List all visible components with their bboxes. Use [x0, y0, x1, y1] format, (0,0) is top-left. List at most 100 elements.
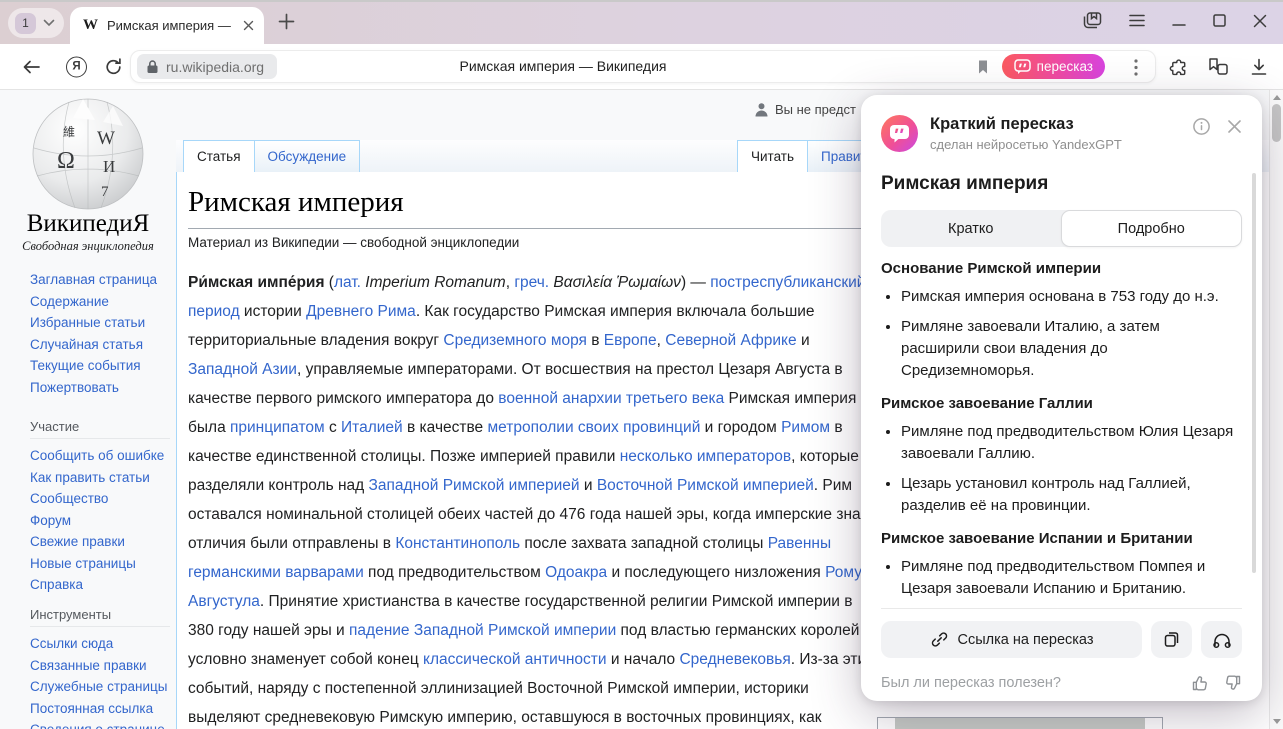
summary-panel-subtitle: сделан нейросетью YandexGPT: [930, 137, 1122, 152]
tab-brief[interactable]: Кратко: [881, 210, 1061, 247]
wikipedia-wordmark[interactable]: ВикипедиЯ: [0, 210, 176, 238]
copy-summary-button[interactable]: [1151, 621, 1192, 658]
sidebar-link[interactable]: Избранные статьи: [30, 315, 157, 330]
info-icon[interactable]: [1192, 117, 1211, 136]
tab-close-icon[interactable]: [243, 20, 254, 31]
personal-bar[interactable]: Вы не предст: [754, 102, 856, 117]
close-window-icon[interactable]: [1253, 14, 1267, 28]
wiki-link[interactable]: падение Западной Римской империи: [349, 622, 616, 639]
thumb-down-icon[interactable]: [1224, 674, 1242, 692]
scrollbar-thumb[interactable]: [1272, 104, 1281, 142]
sidebar-link[interactable]: Постоянная ссылка: [30, 701, 170, 716]
link-chain-icon: [930, 630, 949, 649]
menu-icon[interactable]: [1129, 14, 1145, 27]
wiki-link[interactable]: Константинополь: [395, 535, 520, 552]
wiki-link[interactable]: несколько императоров: [620, 448, 791, 465]
side-panel-icon[interactable]: [1083, 12, 1102, 29]
bookmark-icon[interactable]: [977, 59, 989, 75]
download-icon[interactable]: [1249, 57, 1269, 76]
maximize-icon[interactable]: [1213, 14, 1226, 27]
wiki-link[interactable]: принципатом: [230, 419, 325, 436]
minimize-icon[interactable]: [1172, 15, 1186, 27]
wiki-link[interactable]: Восточной Римской империей: [597, 477, 814, 494]
yandex-icon[interactable]: Я: [66, 56, 87, 77]
sidebar-sections: УчастиеСообщить об ошибкеКак править ста…: [30, 404, 170, 729]
wiki-link[interactable]: Средневековья: [679, 651, 790, 668]
sidebar-link[interactable]: Свежие правки: [30, 534, 170, 549]
wiki-link[interactable]: Европе: [604, 332, 657, 349]
wiki-link[interactable]: Северной Африке: [665, 332, 796, 349]
sidebar-link[interactable]: Форум: [30, 513, 170, 528]
wiki-link[interactable]: германскими варварами: [188, 564, 364, 581]
empire-map-image[interactable]: [895, 718, 1145, 729]
wiki-link[interactable]: Западной Римской империей: [369, 477, 580, 494]
summary-section-heading: Основание Римской империи: [881, 260, 1242, 277]
sidebar-link[interactable]: Ссылки сюда: [30, 636, 170, 651]
wikipedia-favicon: W: [83, 17, 98, 34]
wiki-link[interactable]: Италией: [341, 419, 403, 436]
text-run: Imperium Romanum: [365, 274, 505, 291]
collections-icon[interactable]: [1208, 57, 1229, 76]
new-tab-button[interactable]: [278, 13, 295, 30]
close-panel-icon[interactable]: [1227, 119, 1242, 134]
wiki-link[interactable]: Древнего Рима: [306, 303, 416, 320]
wiki-link[interactable]: греч.: [514, 274, 549, 291]
page-tab[interactable]: Читать: [737, 140, 808, 173]
wiki-link[interactable]: классической античности: [423, 651, 606, 668]
sidebar-link[interactable]: Служебные страницы: [30, 679, 170, 694]
summary-bullet: Римская империя основана в 753 году до н…: [901, 286, 1242, 308]
address-bar[interactable]: ru.wikipedia.org Римская империя — Викип…: [130, 50, 1156, 83]
back-icon[interactable]: [22, 58, 41, 75]
refresh-icon[interactable]: [104, 57, 123, 76]
thumb-up-icon[interactable]: [1191, 674, 1209, 692]
extensions-puzzle-icon[interactable]: [1168, 56, 1189, 77]
more-options-icon[interactable]: [1133, 58, 1139, 77]
text-run: после захвата западной столицы: [520, 535, 768, 552]
wiki-link[interactable]: Западной Азии: [188, 361, 297, 378]
sidebar-link[interactable]: Сообщество: [30, 491, 170, 506]
wiki-link[interactable]: лат.: [334, 274, 361, 291]
sidebar-link[interactable]: Текущие события: [30, 358, 157, 373]
lock-icon[interactable]: [146, 59, 159, 74]
wiki-link[interactable]: военной анархии третьего века: [498, 390, 724, 407]
wiki-link[interactable]: Римом: [781, 419, 830, 436]
wiki-link[interactable]: Одоакра: [545, 564, 607, 581]
summary-bullet: Римляне завоевали Италию, а затем расшир…: [901, 316, 1242, 382]
sidebar-link[interactable]: Новые страницы: [30, 556, 170, 571]
sidebar-link[interactable]: Связанные правки: [30, 658, 170, 673]
chevron-down-icon[interactable]: [43, 19, 55, 27]
text-run: в: [587, 332, 604, 349]
sidebar-link[interactable]: Сведения о странице: [30, 722, 170, 729]
scroll-down-arrow[interactable]: [1273, 719, 1281, 724]
sidebar-link[interactable]: Как править статьи: [30, 470, 170, 485]
browser-tab[interactable]: W Римская империя — В: [70, 7, 264, 44]
headphones-icon: [1212, 631, 1232, 649]
summary-toolbar-button[interactable]: пересказ: [1002, 54, 1105, 79]
sidebar-link[interactable]: Случайная статья: [30, 337, 157, 352]
wiki-link[interactable]: Равенны: [768, 535, 831, 552]
text-run: Ри́мская импе́рия: [188, 274, 325, 291]
personal-bar-label: Вы не предст: [775, 102, 856, 117]
sidebar-link[interactable]: Заглавная страница: [30, 272, 157, 287]
listen-summary-button[interactable]: [1201, 621, 1242, 658]
summary-link-button[interactable]: Ссылка на пересказ: [881, 621, 1142, 658]
page-scrollbar[interactable]: [1269, 90, 1283, 729]
article-paragraph: Ри́мская импе́рия (лат. Imperium Romanum…: [188, 268, 880, 729]
sidebar-link[interactable]: Содержание: [30, 294, 157, 309]
tab-counter[interactable]: 1: [8, 8, 64, 38]
text-run: в качестве: [403, 419, 488, 436]
namespace-tabs: СтатьяОбсуждение: [183, 140, 360, 173]
tab-detailed[interactable]: Подробно: [1061, 210, 1243, 247]
wiki-link[interactable]: метрополии своих провинций: [487, 419, 700, 436]
page-tab[interactable]: Статья: [183, 140, 255, 173]
panel-scrollbar-thumb[interactable]: [1252, 173, 1256, 573]
text-run: с: [325, 419, 341, 436]
page-tab[interactable]: Обсуждение: [254, 140, 361, 173]
sidebar-link[interactable]: Пожертвовать: [30, 380, 157, 395]
sidebar-link[interactable]: Сообщить об ошибке: [30, 448, 170, 463]
wikipedia-globe-logo[interactable]: Ω W И 7 維: [29, 96, 147, 212]
wiki-link[interactable]: Средиземного моря: [443, 332, 587, 349]
sidebar-link[interactable]: Справка: [30, 577, 170, 592]
scroll-up-arrow[interactable]: [1273, 95, 1281, 100]
svg-text:И: И: [103, 157, 115, 176]
